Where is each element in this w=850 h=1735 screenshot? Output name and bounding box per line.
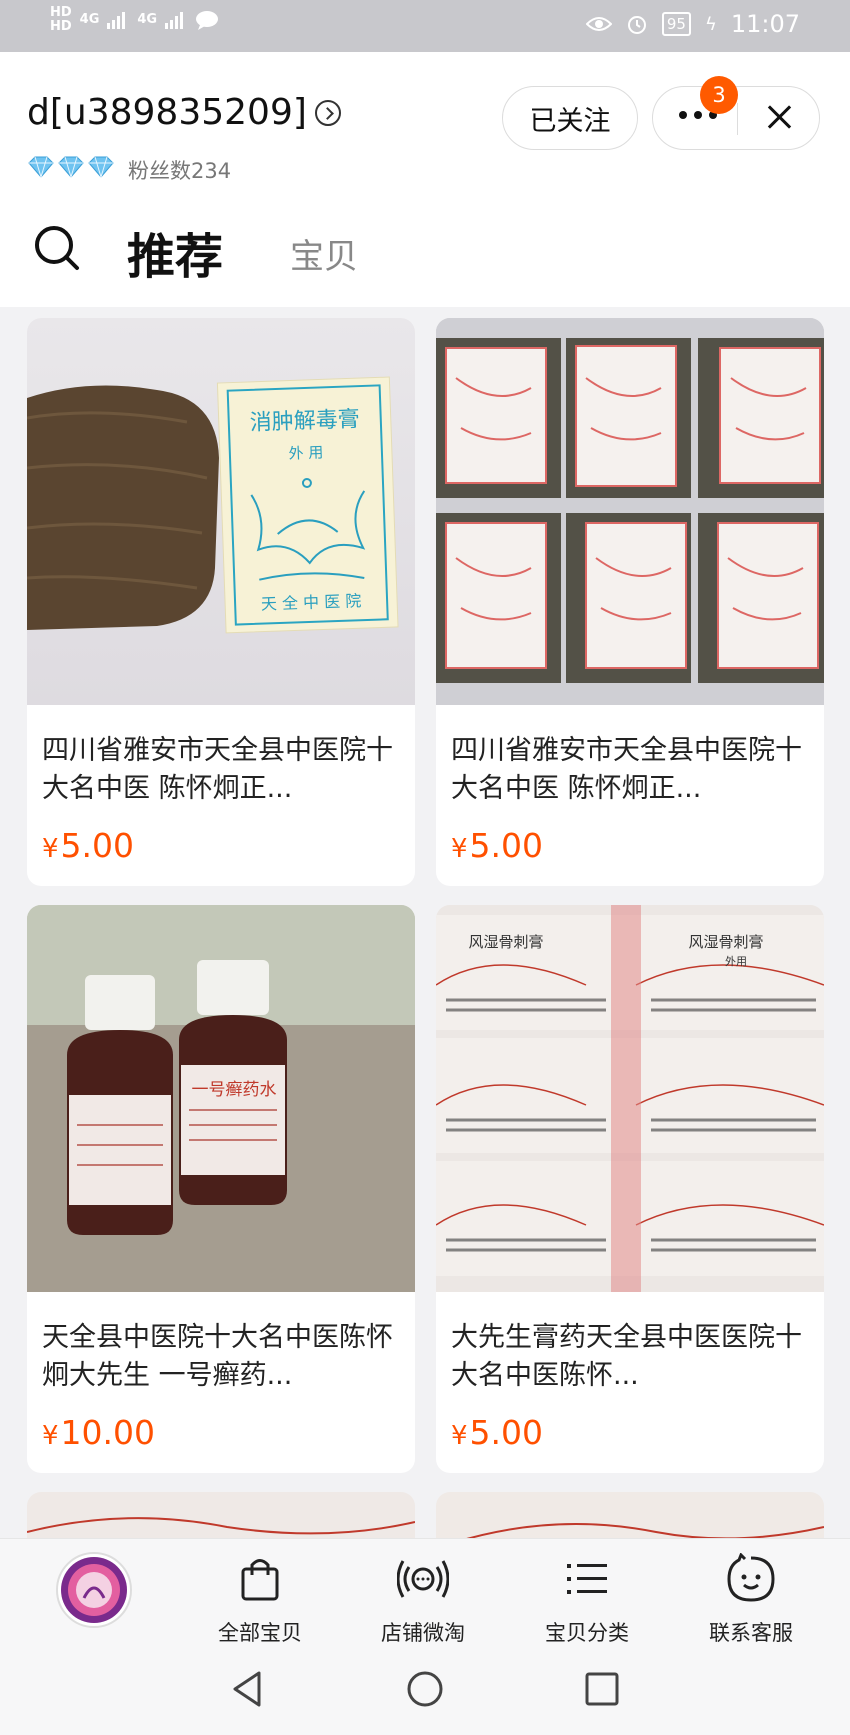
currency-symbol: ¥ xyxy=(42,834,59,864)
tab-label: 店铺微淘 xyxy=(381,1621,465,1645)
price-value: 10.00 xyxy=(60,1413,156,1452)
shopping-bag-icon xyxy=(241,1559,279,1601)
label-title: 消肿解毒膏 xyxy=(249,407,360,436)
currency-symbol: ¥ xyxy=(451,834,468,864)
notification-badge: 3 xyxy=(700,76,738,114)
back-icon[interactable] xyxy=(225,1667,269,1711)
system-navigation-bar xyxy=(0,1645,850,1735)
currency-symbol: ¥ xyxy=(42,1421,59,1451)
product-price: ¥10.00 xyxy=(42,1413,155,1452)
message-bubble-icon xyxy=(196,11,219,30)
product-image: 一号癣药水 xyxy=(27,905,415,1292)
diamond-icon xyxy=(27,156,55,179)
recents-icon[interactable] xyxy=(580,1667,624,1711)
chevron-right-circle-icon xyxy=(314,99,341,126)
signal-label-2: 4G xyxy=(137,12,158,27)
capsule-divider xyxy=(737,103,738,135)
bottle-label: 一号癣药水 xyxy=(192,1080,277,1100)
product-price: ¥5.00 xyxy=(42,826,134,865)
tab-label: 联系客服 xyxy=(709,1621,793,1645)
screen: HD HD 4G 4G 95 ϟ 11:07 d[u389835209] 粉丝数… xyxy=(0,0,850,1735)
charging-icon: ϟ xyxy=(704,13,717,35)
product-title: 四川省雅安市天全县中医院十大名中医 陈怀炯正... xyxy=(451,735,802,804)
fans-count: 粉丝数234 xyxy=(128,159,232,183)
price-value: 5.00 xyxy=(60,826,135,865)
hd-label-2: HD xyxy=(50,19,72,34)
label-sub: 外 用 xyxy=(288,443,323,462)
close-icon[interactable] xyxy=(763,101,795,133)
tab-label: 宝贝分类 xyxy=(545,1621,629,1645)
product-image: 风湿骨刺膏 风湿骨刺膏 外用 xyxy=(436,905,824,1292)
status-bar: HD HD 4G 4G 95 ϟ 11:07 xyxy=(0,0,850,52)
status-right: 95 ϟ 11:07 xyxy=(585,10,800,38)
tab-items[interactable]: 宝贝 xyxy=(290,229,358,278)
status-left: HD HD 4G 4G xyxy=(50,6,219,34)
plaster-labels-photo: 风湿骨刺膏 风湿骨刺膏 外用 xyxy=(436,905,824,1292)
product-title: 四川省雅安市天全县中医院十大名中医 陈怀炯正... xyxy=(42,735,393,804)
clock: 11:07 xyxy=(730,10,800,38)
plaster-photo: 消肿解毒膏 外 用 天 全 中 医 院 xyxy=(27,376,399,634)
signal-icon-2 xyxy=(165,12,184,29)
product-card[interactable]: 消肿解毒膏 外 用 天 全 中 医 院 四川省雅安市天全县中医院十大名中医 陈怀… xyxy=(27,318,415,886)
follow-button[interactable]: 已关注 xyxy=(502,86,638,150)
shop-header: d[u389835209] 粉丝数234 已关注 3 推荐 宝贝 xyxy=(0,52,850,307)
product-title: 天全县中医院十大名中医陈怀炯大先生 一号癣药... xyxy=(42,1322,393,1391)
medicine-bottles-photo: 一号癣药水 xyxy=(27,905,415,1292)
shop-logo[interactable] xyxy=(56,1552,132,1628)
broadcast-icon xyxy=(396,1560,450,1598)
label-footer: 天 全 中 医 院 xyxy=(261,591,362,613)
price-value: 5.00 xyxy=(469,1413,544,1452)
chat-face-icon xyxy=(727,1552,775,1602)
battery-indicator: 95 xyxy=(661,12,691,36)
signal-label-1: 4G xyxy=(79,12,100,27)
shop-tab-bar: 全部宝贝 店铺微淘 宝贝分类 联系客服 xyxy=(0,1538,850,1645)
plaster-label: 风湿骨刺膏 xyxy=(468,933,543,951)
product-title: 大先生膏药天全县中医医院十大名中医陈怀... xyxy=(451,1322,802,1391)
search-icon[interactable] xyxy=(33,224,81,272)
shop-name: d[u389835209] xyxy=(27,92,307,133)
alarm-icon xyxy=(627,16,646,34)
product-image: 消肿解毒膏 外 用 天 全 中 医 院 xyxy=(27,318,415,705)
tab-recommend[interactable]: 推荐 xyxy=(127,217,223,287)
product-price: ¥5.00 xyxy=(451,826,543,865)
home-icon[interactable] xyxy=(403,1667,447,1711)
currency-symbol: ¥ xyxy=(451,1421,468,1451)
eye-icon xyxy=(585,17,612,31)
tab-customer-service[interactable]: 联系客服 xyxy=(686,1552,816,1647)
tab-label: 全部宝贝 xyxy=(218,1621,302,1645)
diamond-icon xyxy=(87,156,115,179)
plaster-packages-photo xyxy=(436,318,824,705)
product-image xyxy=(436,318,824,705)
product-price: ¥5.00 xyxy=(451,1413,543,1452)
plaster-label-2: 风湿骨刺膏 xyxy=(688,933,763,951)
plaster-sub: 外用 xyxy=(725,955,747,968)
signal-icon xyxy=(107,12,126,29)
hd-label-1: HD xyxy=(50,5,72,20)
shop-name-link[interactable]: d[u389835209] xyxy=(27,92,341,133)
price-value: 5.00 xyxy=(469,826,544,865)
seller-rating-diamonds xyxy=(27,156,115,179)
tab-categories[interactable]: 宝贝分类 xyxy=(522,1553,652,1647)
tab-all-items[interactable]: 全部宝贝 xyxy=(195,1553,325,1647)
product-card[interactable]: 一号癣药水 天全县中医院十大名中医陈怀炯大先生 一号癣药... ¥10.00 xyxy=(27,905,415,1473)
tab-shop-feed[interactable]: 店铺微淘 xyxy=(358,1553,488,1647)
diamond-icon xyxy=(57,156,85,179)
product-card[interactable]: 四川省雅安市天全县中医院十大名中医 陈怀炯正... ¥5.00 xyxy=(436,318,824,886)
hd-indicators: HD HD xyxy=(50,6,72,34)
list-icon xyxy=(567,1564,607,1594)
product-card[interactable]: 风湿骨刺膏 风湿骨刺膏 外用 大先生膏药天全县中医医院十大名中医陈怀... ¥5… xyxy=(436,905,824,1473)
